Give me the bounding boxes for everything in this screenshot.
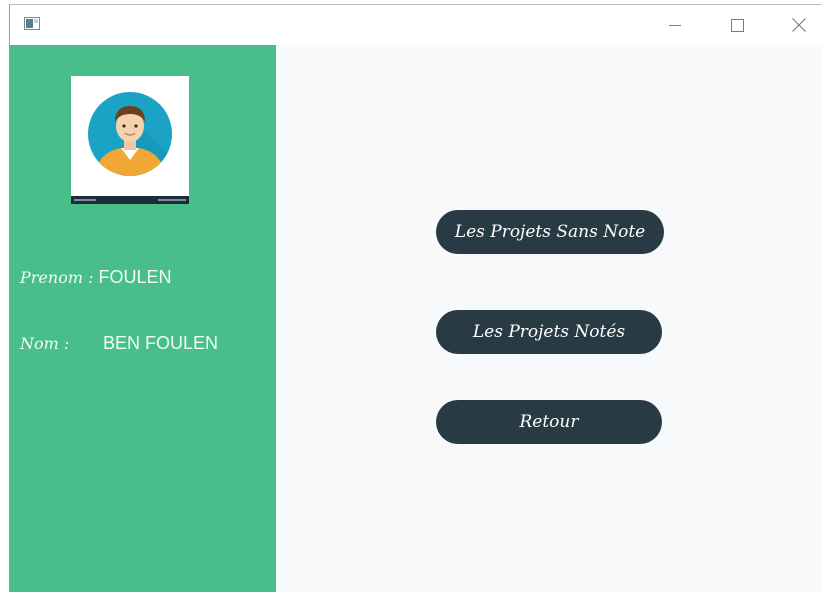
nom-label: Nom :	[20, 334, 70, 353]
nom-row: Nom : BEN FOULEN	[20, 333, 218, 354]
projets-sans-note-button[interactable]: Les Projets Sans Note	[436, 210, 664, 254]
main-panel: Les Projets Sans Note Les Projets Notés …	[276, 45, 822, 592]
maximize-button[interactable]	[714, 5, 760, 45]
minimize-button[interactable]	[652, 5, 698, 45]
title-bar[interactable]	[10, 5, 822, 45]
close-icon	[792, 18, 806, 32]
caption-mark-right	[158, 199, 186, 201]
minimize-icon	[669, 25, 681, 26]
app-window: Prenom : FOULEN Nom : BEN FOULEN Les Pro…	[9, 4, 822, 592]
app-window-icon	[24, 17, 40, 30]
retour-button[interactable]: Retour	[436, 400, 662, 444]
caption-mark-left	[74, 199, 96, 201]
close-button[interactable]	[776, 5, 822, 45]
profile-sidebar: Prenom : FOULEN Nom : BEN FOULEN	[10, 45, 276, 592]
avatar	[71, 76, 189, 204]
prenom-value: FOULEN	[98, 267, 172, 287]
maximize-icon	[730, 18, 744, 32]
prenom-row: Prenom : FOULEN	[20, 267, 172, 288]
projets-notes-button[interactable]: Les Projets Notés	[436, 310, 662, 354]
prenom-label: Prenom :	[20, 268, 94, 287]
user-avatar-icon	[88, 92, 172, 176]
nom-value: BEN FOULEN	[103, 333, 219, 353]
avatar-caption-strip	[71, 196, 189, 204]
